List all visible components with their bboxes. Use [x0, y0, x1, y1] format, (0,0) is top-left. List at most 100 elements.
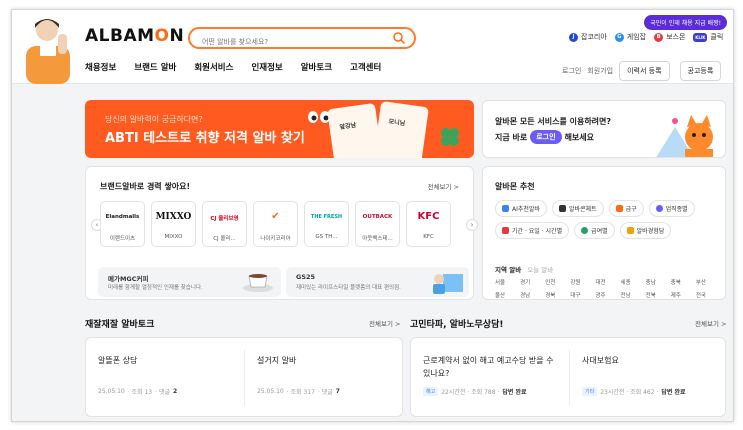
- resume-register-button[interactable]: 이력서 등록: [619, 61, 670, 81]
- post-comments: 7: [335, 388, 340, 395]
- region-link[interactable]: 강원: [570, 278, 595, 286]
- nav-item-talk[interactable]: 알바토크: [301, 61, 332, 73]
- signup-link[interactable]: 회원가입: [587, 66, 613, 76]
- tag-by-schedule[interactable]: 기간 · 요일 · 시간별: [495, 222, 570, 239]
- region-link[interactable]: 대전: [595, 278, 620, 286]
- tag-label: AI추천알바: [512, 206, 540, 213]
- nav-item-brand[interactable]: 브랜드 알바: [134, 61, 176, 73]
- brand-name: 나이키코리아: [260, 236, 291, 242]
- promo-desc: 미래를 함께할 열정적인 인재를 찾습니다.: [108, 285, 203, 291]
- brand-name: 이랜드이츠: [109, 236, 136, 242]
- region-link[interactable]: 충남: [646, 278, 671, 286]
- region-link[interactable]: 경북: [545, 291, 570, 299]
- promo-card-gs25[interactable]: GS25 재미있는 라이프스타일 플랫폼의 대표 편의점.: [286, 267, 469, 297]
- abti-banner[interactable]: 당신의 알바력이 궁금하다면? ABTI 테스트로 취향 저격 알바 찾기 앞강…: [85, 100, 474, 158]
- logo-prefix: ALBAM: [85, 26, 155, 46]
- partner-click[interactable]: KLIK 클릭: [693, 32, 723, 42]
- region-link[interactable]: 부산: [696, 278, 721, 286]
- region-link[interactable]: 제주: [671, 291, 696, 299]
- post-date: 25.05.10: [257, 388, 284, 395]
- talk-post[interactable]: 알뜰폰 상담 25.05.10 · 조회 13 · 댓글 2: [86, 338, 244, 416]
- promo-title: GS25: [296, 273, 316, 281]
- next-arrow-icon[interactable]: ›: [466, 219, 478, 231]
- brand-card[interactable]: ✔ 나이키코리아: [253, 201, 298, 247]
- brand-see-all-link[interactable]: 전체보기 >: [428, 181, 459, 191]
- consult-see-all-link[interactable]: 전체보기 >: [695, 318, 726, 328]
- region-link[interactable]: 경기: [520, 278, 545, 286]
- region-link[interactable]: 인천: [545, 278, 570, 286]
- post-meta: 해고 22시간전 · 조회 788 · 답변 완료: [423, 387, 527, 396]
- promo-card-mega[interactable]: 메가MGC커피 미래를 함께할 열정적인 인재를 찾습니다.: [98, 267, 281, 297]
- region-link[interactable]: 세종: [621, 278, 646, 286]
- albamon-logo[interactable]: ALBAMON: [85, 26, 184, 46]
- post-meta: 25.05.10 · 조회 317 · 댓글 7: [257, 387, 340, 396]
- talk-see-all-link[interactable]: 전체보기 >: [369, 318, 400, 328]
- post-title: 설거지 알바: [257, 356, 297, 365]
- region-link[interactable]: 서울: [495, 278, 520, 286]
- brand-card[interactable]: MIXXO MIXXO: [151, 201, 196, 247]
- promo-badge[interactable]: 국민이 인재 채용 지급 배짱!: [644, 15, 727, 30]
- consult-post-list: 근로계약서 없이 해고 예고수당 받을 수 있나요? 해고 22시간전 · 조회 …: [410, 337, 726, 417]
- mascot-cat-icon: [656, 115, 713, 157]
- login-prompt-prefix: 지금 바로: [495, 132, 528, 142]
- brand-card[interactable]: THE FRESH GS TH...: [304, 201, 349, 247]
- login-prompt-line2: 지금 바로 로그인 해보세요: [495, 130, 594, 144]
- region-link[interactable]: 전국: [696, 291, 721, 299]
- partner-jobkorea[interactable]: J 잡코리아: [569, 32, 607, 42]
- consult-post[interactable]: 사대보험요 기타 23시간전 · 조회 462 · 답변 완료: [570, 338, 726, 416]
- talk-post[interactable]: 설거지 알바 25.05.10 · 조회 317 · 댓글 7: [245, 338, 403, 416]
- search-input[interactable]: [202, 33, 392, 51]
- nav-item-support[interactable]: 고객센터: [350, 61, 381, 73]
- brand-logo: THE FRESH: [310, 214, 343, 220]
- tag-label: 알바경험담: [636, 228, 665, 235]
- promo-desc: 재미있는 라이프스타일 플랫폼의 대표 편의점.: [296, 285, 401, 291]
- tag-concert[interactable]: 알바콘체트: [551, 200, 604, 217]
- brand-name: 아웃백스테...: [362, 236, 393, 242]
- region-link[interactable]: 충북: [671, 278, 696, 286]
- brand-card[interactable]: Elandmalls 이랜드이츠: [100, 201, 145, 247]
- post-comments-label: · 댓글: [155, 389, 170, 396]
- brand-name: GS TH...: [315, 234, 338, 240]
- login-link[interactable]: 로그인: [562, 66, 581, 76]
- nav-item-talent[interactable]: 인재정보: [251, 61, 282, 73]
- brand-card[interactable]: CJ 올리브영 CJ 올리...: [202, 201, 247, 247]
- tab-today-jobs[interactable]: 오늘 알바: [527, 264, 553, 274]
- consult-post[interactable]: 근로계약서 없이 해고 예고수당 받을 수 있나요? 해고 22시간전 · 조회 …: [411, 338, 569, 416]
- click-icon: KLIK: [693, 32, 708, 42]
- tag-label: 급여별: [591, 228, 608, 235]
- search-icon[interactable]: [392, 31, 406, 45]
- post-meta: 25.05.10 · 조회 13 · 댓글 2: [98, 387, 177, 396]
- tab-region-jobs[interactable]: 지역 알바: [495, 264, 521, 274]
- tag-ai-recommend[interactable]: AI추천알바: [495, 200, 547, 217]
- tag-urgent[interactable]: 급구: [608, 200, 644, 217]
- region-link[interactable]: 광주: [595, 291, 620, 299]
- partner-gamejob[interactable]: G 게임잡: [614, 32, 646, 42]
- login-pill-button[interactable]: 로그인: [530, 130, 562, 144]
- tag-by-industry[interactable]: 업직종별: [648, 200, 695, 217]
- region-link[interactable]: 전남: [621, 291, 646, 299]
- post-comments: 2: [172, 388, 178, 395]
- region-link[interactable]: 울산: [495, 291, 520, 299]
- recommend-section: 알바몬 추천 AI추천알바 알바콘체트 급구 업직종별 기간 · 요일 · 시간…: [482, 166, 726, 300]
- post-status: 답변 완료: [502, 389, 527, 396]
- brand-card[interactable]: OUTBACK 아웃백스테...: [355, 201, 400, 247]
- nav-item-member[interactable]: 회원서비스: [194, 61, 233, 73]
- coffee-cup-icon: [243, 274, 273, 292]
- logo-suffix: N: [169, 26, 185, 46]
- brand-name: KFC: [423, 234, 434, 240]
- partner-bossmon[interactable]: B 보스몬: [654, 32, 685, 42]
- abti-card-right: 모니님: [373, 100, 429, 158]
- tag-experience[interactable]: 알바경험담: [619, 222, 672, 239]
- region-link[interactable]: 경남: [520, 291, 545, 299]
- tag-by-pay[interactable]: 급여별: [574, 222, 615, 239]
- region-link[interactable]: 전북: [646, 291, 671, 299]
- browser-frame: ALBAMON 국민이 인재 채용 지급 배짱! J잡코리아 G게임잡 B보스몬…: [11, 9, 734, 422]
- login-prompt-card: 알바몬 모든 서비스를 이용하려면? 지금 바로 로그인 해보세요: [482, 100, 726, 158]
- login-prompt-line1: 알바몬 모든 서비스를 이용하려면?: [495, 117, 612, 126]
- post-title: 근로계약서 없이 해고 예고수당 받을 수 있나요?: [423, 356, 554, 378]
- brand-card[interactable]: KFC KFC: [406, 201, 451, 247]
- region-link[interactable]: 대구: [570, 291, 595, 299]
- logo-o: O: [154, 26, 170, 46]
- nav-item-jobs[interactable]: 채용정보: [85, 61, 116, 73]
- post-job-button[interactable]: 공고등록: [679, 61, 722, 81]
